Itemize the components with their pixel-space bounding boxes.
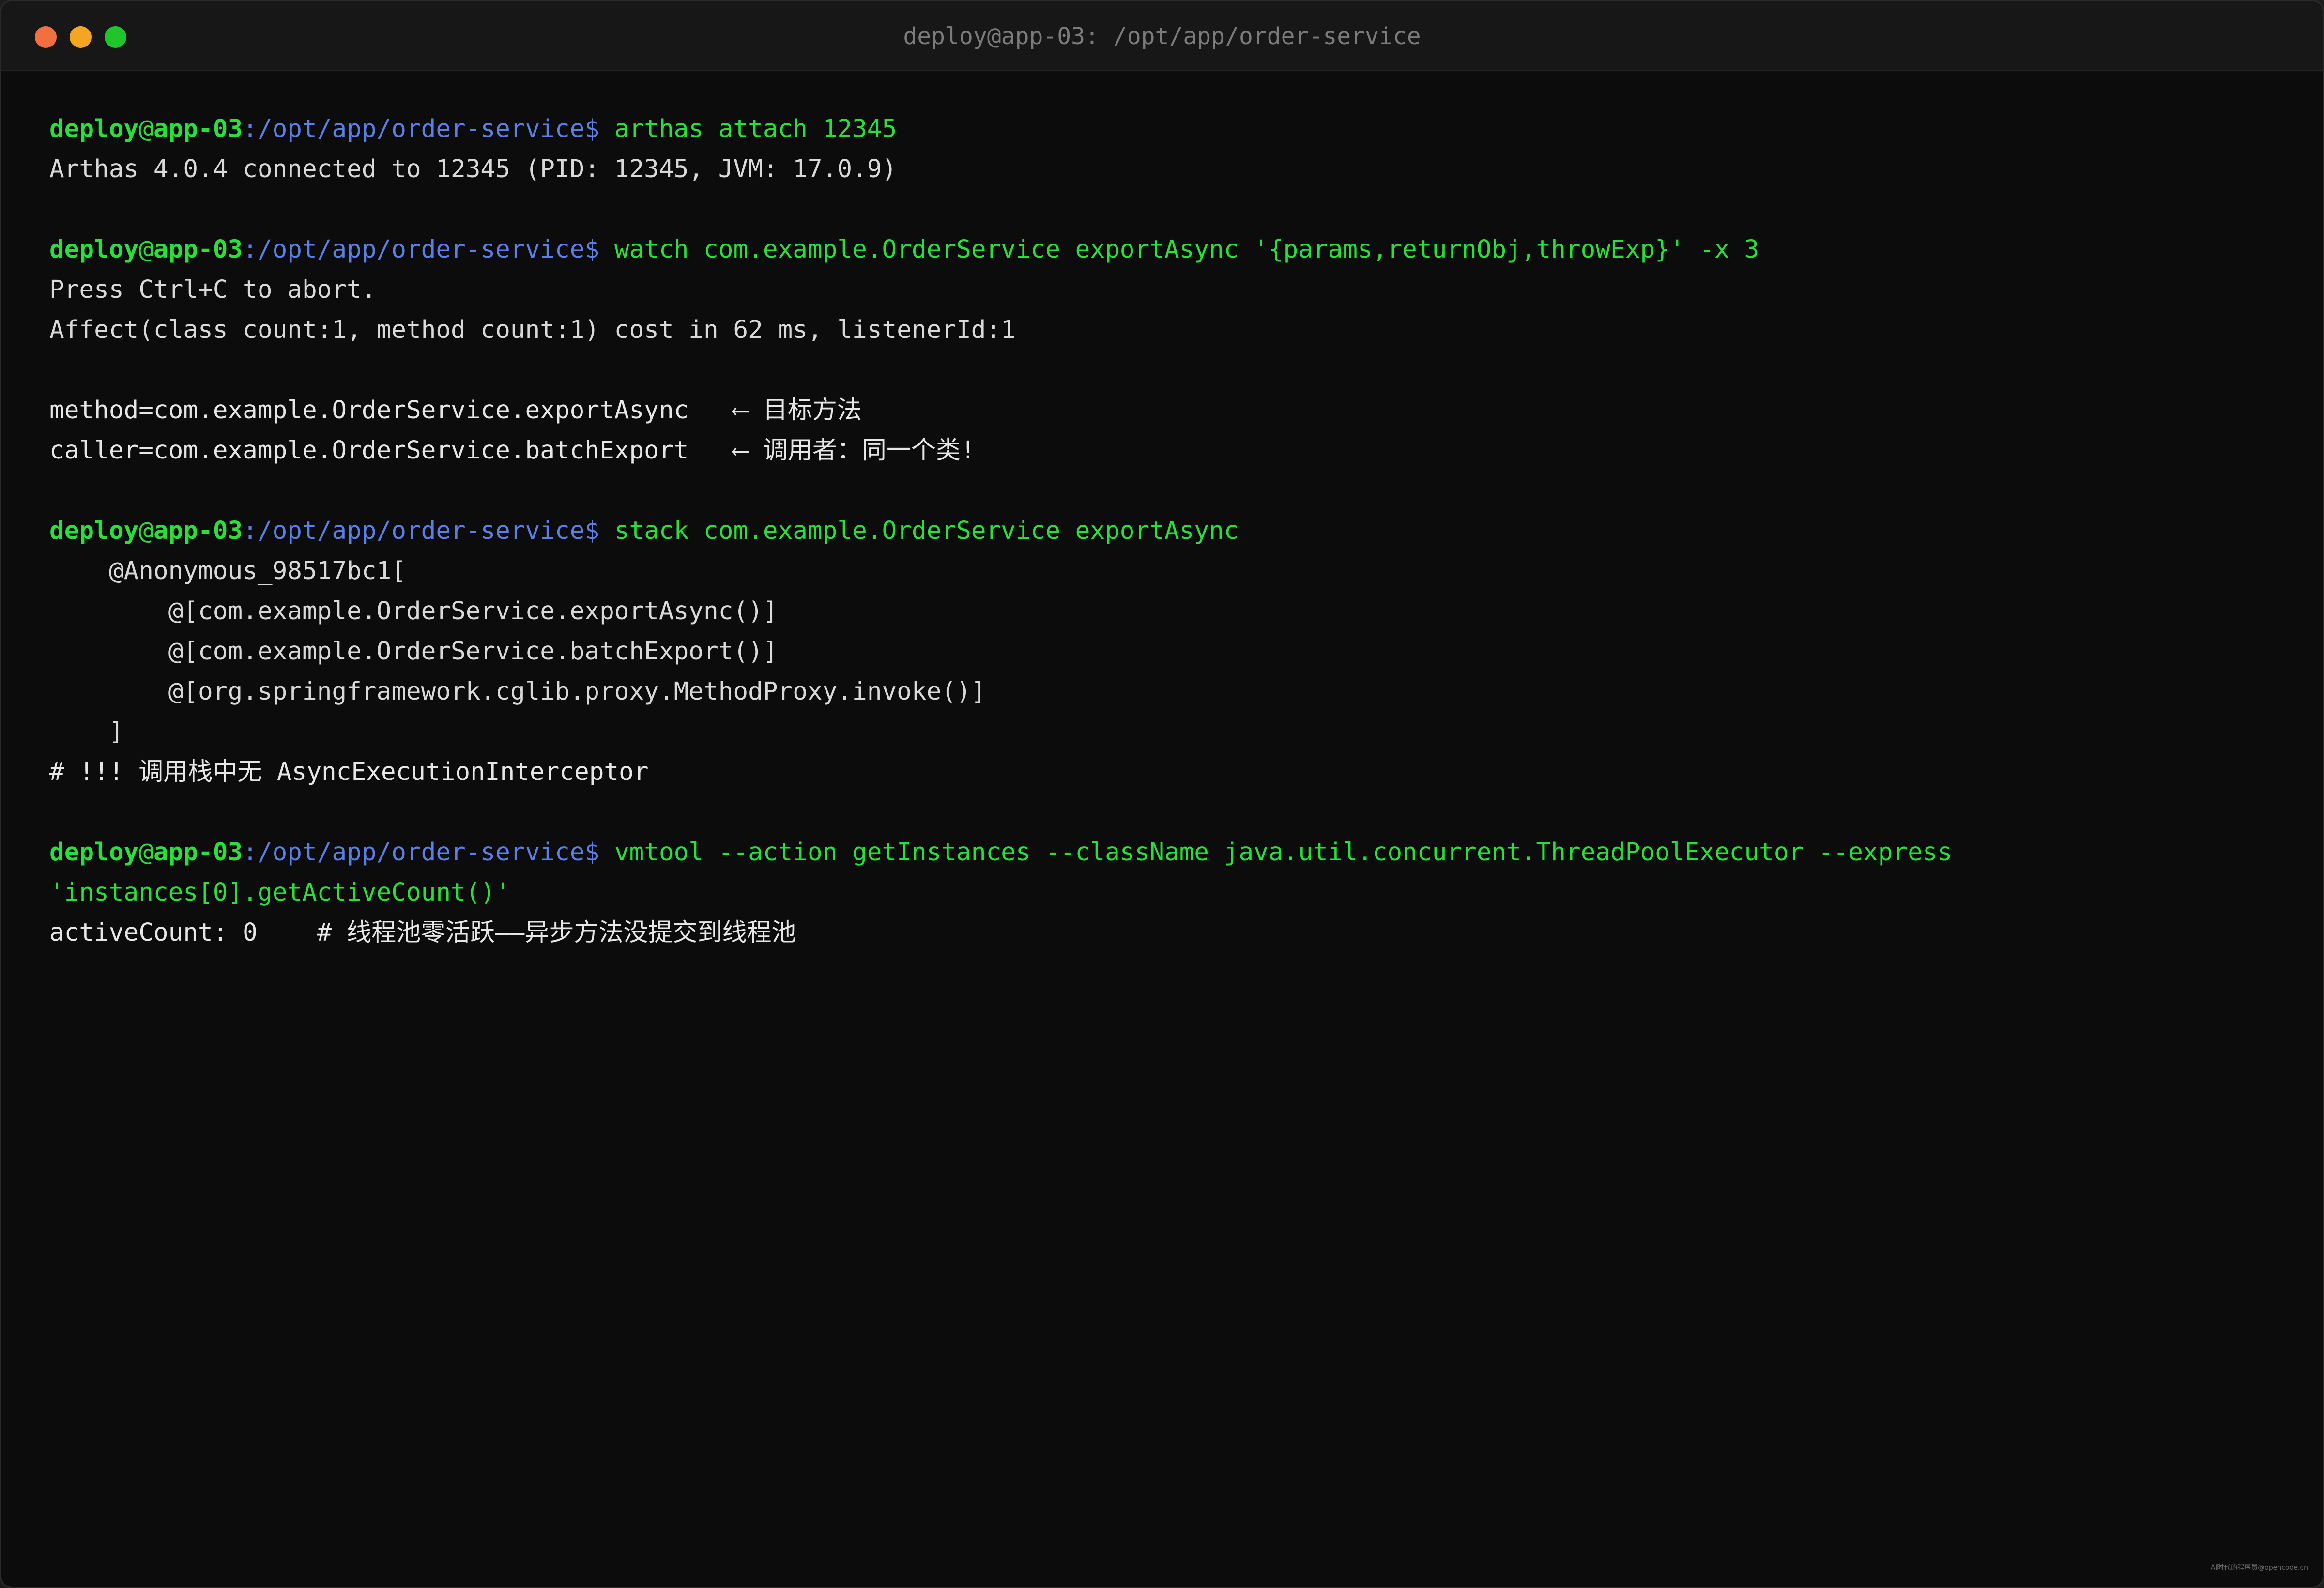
prompt-line: deploy@app-03:/opt/app/order-service$ vm… [49, 832, 2277, 872]
terminal-window: deploy@app-03: /opt/app/order-service de… [0, 0, 2324, 1588]
output-line: Arthas 4.0.4 connected to 12345 (PID: 12… [49, 155, 897, 183]
prompt-at: @ [138, 838, 153, 867]
prompt-host: app-03 [153, 115, 243, 143]
output-line: activeCount: 0 # 线程池零活跃——异步方法没提交到线程池 [49, 918, 796, 947]
prompt-user: deploy [49, 235, 139, 264]
watermark: AI时代的程序员@opencode.cn [2210, 1564, 2308, 1572]
prompt-dollar: $ [584, 838, 614, 867]
output-line: ] [49, 718, 124, 746]
prompt-path: :/opt/app/order-service [243, 838, 585, 867]
prompt-at: @ [138, 115, 153, 143]
output-line: @[com.example.OrderService.exportAsync()… [49, 597, 778, 626]
prompt-user: deploy [49, 838, 139, 867]
window-title: deploy@app-03: /opt/app/order-service [903, 23, 1421, 50]
prompt-dollar: $ [584, 115, 614, 143]
command-text: watch com.example.OrderService exportAsy… [614, 235, 1759, 264]
command-text: stack com.example.OrderService exportAsy… [614, 517, 1239, 545]
output-line: Affect(class count:1, method count:1) co… [49, 316, 1016, 344]
prompt-dollar: $ [584, 235, 614, 264]
output-line: # !!! 调用栈中无 AsyncExecutionInterceptor [49, 758, 649, 786]
terminal-output[interactable]: deploy@app-03:/opt/app/order-service$ ar… [49, 109, 2277, 953]
prompt-line: deploy@app-03:/opt/app/order-service$ st… [49, 511, 2277, 551]
output-line: @Anonymous_98517bc1[ [49, 557, 406, 585]
output-line: Press Ctrl+C to abort. [49, 275, 377, 304]
prompt-host: app-03 [153, 235, 243, 264]
prompt-at: @ [138, 235, 153, 264]
command-text: arthas attach 12345 [614, 115, 897, 143]
command-continuation: 'instances[0].getActiveCount()' [49, 878, 510, 907]
output-line: @[org.springframework.cglib.proxy.Method… [49, 677, 986, 706]
prompt-path: :/opt/app/order-service [243, 235, 585, 264]
prompt-user: deploy [49, 115, 139, 143]
title-bar: deploy@app-03: /opt/app/order-service [1, 1, 2323, 71]
prompt-line: deploy@app-03:/opt/app/order-service$ wa… [49, 229, 2277, 270]
prompt-path: :/opt/app/order-service [243, 517, 585, 545]
prompt-at: @ [138, 517, 153, 545]
output-line: caller=com.example.OrderService.batchExp… [49, 436, 976, 465]
prompt-line: deploy@app-03:/opt/app/order-service$ ar… [49, 109, 2277, 149]
prompt-host: app-03 [153, 838, 243, 867]
prompt-host: app-03 [153, 517, 243, 545]
command-text: vmtool --action getInstances --className… [614, 838, 1953, 867]
prompt-user: deploy [49, 517, 139, 545]
output-line: method=com.example.OrderService.exportAs… [49, 396, 862, 425]
prompt-path: :/opt/app/order-service [243, 115, 585, 143]
prompt-dollar: $ [584, 517, 614, 545]
output-line: @[com.example.OrderService.batchExport()… [49, 637, 778, 666]
